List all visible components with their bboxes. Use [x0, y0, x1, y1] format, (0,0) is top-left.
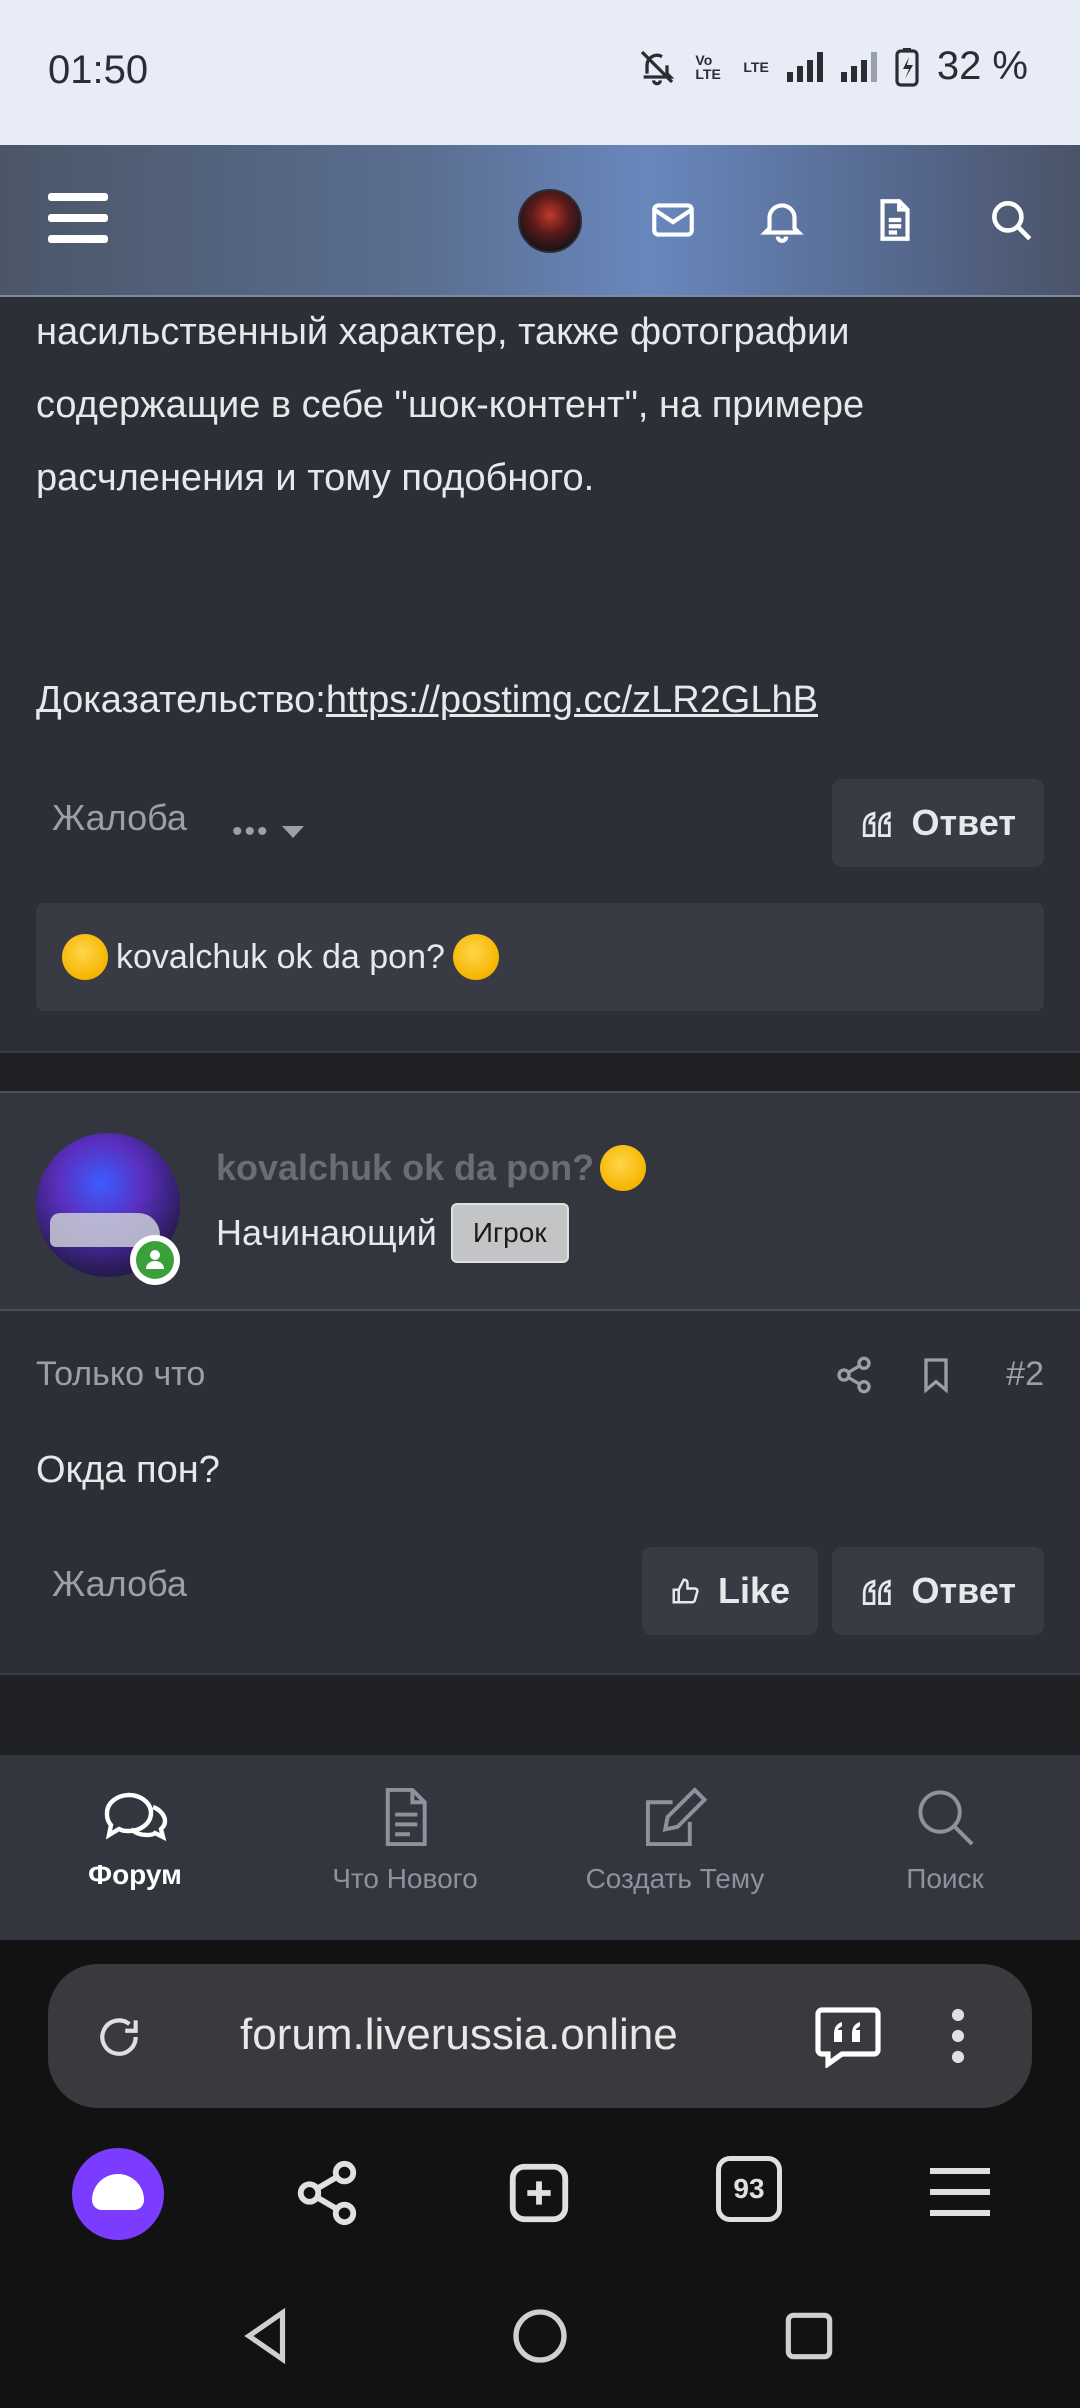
- like-label: Like: [717, 1570, 790, 1611]
- home-icon[interactable]: [508, 2304, 572, 2368]
- reload-icon[interactable]: [94, 2012, 144, 2062]
- more-vert-icon[interactable]: [948, 2008, 968, 2064]
- alice-assistant-icon[interactable]: [72, 2148, 164, 2240]
- search-icon[interactable]: [986, 195, 1036, 245]
- post-2-author: kovalchuk ok da pon? Начинающий Игрок: [0, 1091, 1080, 1311]
- back-icon[interactable]: [236, 2304, 298, 2368]
- url-text[interactable]: forum.liverussia.online: [240, 2010, 678, 2060]
- post-time[interactable]: Только что: [36, 1355, 205, 1394]
- chevron-down-icon: [281, 826, 304, 838]
- post-1: насильственный характер, также фотографи…: [0, 297, 1080, 1053]
- reply-label: Ответ: [911, 1570, 1016, 1611]
- volte-label: Vo LTE: [695, 51, 721, 82]
- user-icon: [146, 1250, 164, 1269]
- new-tab-icon[interactable]: [504, 2158, 574, 2228]
- quote-chat-icon[interactable]: [814, 2004, 882, 2068]
- mute-notification-icon: [641, 50, 675, 85]
- address-bar[interactable]: forum.liverussia.online: [48, 1964, 1032, 2108]
- share-icon[interactable]: [292, 2158, 362, 2228]
- nav-search[interactable]: Поиск: [810, 1755, 1080, 1940]
- thumbs-up-icon: [672, 1578, 699, 1604]
- nav-forum-label: Форум: [88, 1859, 182, 1890]
- status-icons: Vo LTE LTE 32 %: [637, 44, 1028, 89]
- kiss-emoji-icon: [600, 1145, 647, 1191]
- rofl-emoji-icon: [62, 934, 108, 980]
- nav-forum[interactable]: Форум: [0, 1755, 270, 1940]
- post-2-text: Окда пон?: [36, 1449, 220, 1491]
- hamburger-menu-icon[interactable]: [924, 2162, 996, 2222]
- battery-charging-icon: [895, 47, 919, 87]
- quote-icon: [862, 1579, 891, 1605]
- bookmark-icon[interactable]: [916, 1355, 956, 1395]
- proof-line: Доказательство:https://postimg.cc/zLR2GL…: [36, 679, 818, 722]
- post-2: Только что #2 Окда пон? Жалоба Like Отве…: [0, 1311, 1080, 1675]
- post-separator: [0, 1053, 1080, 1091]
- reaction-user: kovalchuk ok da pon?: [116, 937, 445, 976]
- complaint-link[interactable]: Жалоба: [52, 797, 187, 839]
- nav-whats-new[interactable]: Что Нового: [270, 1755, 540, 1940]
- reactions-bar[interactable]: kovalchuk ok da pon?: [36, 903, 1044, 1011]
- reply-button[interactable]: Ответ: [832, 779, 1044, 867]
- nav-whats-new-label: Что Нового: [332, 1863, 478, 1894]
- kiss-emoji-icon: [452, 934, 499, 980]
- status-time: 01:50: [48, 48, 149, 92]
- nav-search-label: Поиск: [906, 1863, 984, 1894]
- quote-icon: [862, 811, 891, 837]
- document-icon[interactable]: [870, 195, 920, 245]
- reply-button[interactable]: Ответ: [832, 1547, 1044, 1635]
- post-1-line-1: насильственный характер, также фотографи…: [36, 311, 850, 353]
- forum-header: [0, 145, 1080, 297]
- complaint-link[interactable]: Жалоба: [52, 1563, 187, 1605]
- more-menu[interactable]: •••: [232, 815, 304, 849]
- post-1-line-3: расчленения и тому подобного.: [36, 457, 595, 499]
- share-icon[interactable]: [834, 1355, 874, 1395]
- lte-label: LTE: [743, 58, 769, 75]
- tabs-count-button[interactable]: 93: [716, 2156, 782, 2222]
- battery-percent: 32 %: [936, 44, 1028, 88]
- proof-label: Доказательство:: [36, 679, 326, 721]
- nav-create-topic-label: Создать Тему: [585, 1863, 765, 1894]
- browser-chrome: forum.liverussia.online 93: [0, 1940, 1080, 2408]
- post-number[interactable]: #2: [1006, 1355, 1044, 1394]
- recents-icon[interactable]: [778, 2304, 840, 2368]
- more-dots-icon: •••: [232, 815, 270, 848]
- bell-icon[interactable]: [757, 195, 807, 245]
- document-icon: [385, 1787, 427, 1847]
- author-name[interactable]: kovalchuk ok da pon?: [216, 1145, 647, 1191]
- like-button[interactable]: Like: [642, 1547, 818, 1635]
- post-1-line-2: содержащие в себе "шок-контент", на прим…: [36, 384, 865, 426]
- edit-icon: [645, 1787, 708, 1847]
- author-name-text: kovalchuk ok da pon?: [216, 1147, 595, 1188]
- signal-2-icon: [840, 51, 877, 82]
- bottom-navigation: Форум Что Нового Создать Тему Поиск: [0, 1755, 1080, 1940]
- user-avatar[interactable]: [518, 189, 582, 253]
- proof-link[interactable]: https://postimg.cc/zLR2GLhB: [326, 679, 818, 721]
- status-bar: 01:50 Vo LTE LTE 32 %: [0, 0, 1080, 145]
- rank-text: Начинающий: [216, 1212, 437, 1253]
- menu-icon[interactable]: [48, 193, 108, 243]
- signal-icon: [786, 51, 823, 82]
- online-status-icon: [130, 1235, 180, 1285]
- author-rank: Начинающий Игрок: [216, 1203, 569, 1263]
- nav-create-topic[interactable]: Создать Тему: [540, 1755, 810, 1940]
- tabs-count: 93: [733, 2173, 765, 2204]
- chat-bubbles-icon: [104, 1792, 168, 1842]
- reply-label: Ответ: [911, 802, 1016, 843]
- page-background: [0, 1675, 1080, 1755]
- search-icon: [918, 1790, 974, 1846]
- role-badge: Игрок: [450, 1203, 569, 1263]
- mail-icon[interactable]: [648, 195, 698, 245]
